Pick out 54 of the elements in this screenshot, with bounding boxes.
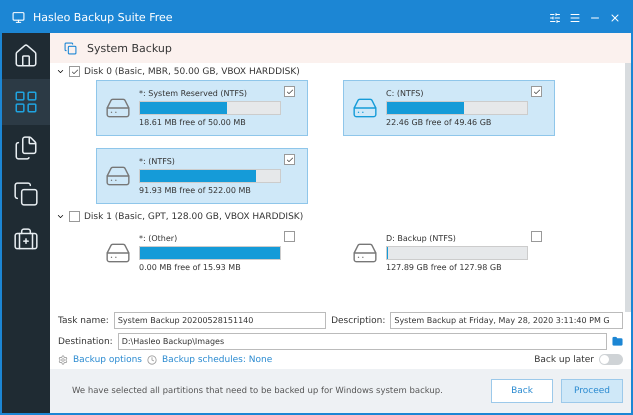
checkbox[interactable]: [531, 231, 542, 242]
checkbox[interactable]: [284, 86, 295, 97]
house-icon: [13, 43, 39, 69]
partition-card[interactable]: C: (NTFS) 22.46 GB free of 49.46 GB: [343, 80, 555, 136]
check-icon: [532, 88, 540, 96]
partition-name: *: (NTFS): [139, 157, 175, 166]
grid-icon: [13, 89, 39, 115]
check-icon: [70, 68, 78, 76]
partition-info: 127.89 GB free of 127.98 GB: [386, 263, 502, 272]
files-icon: [13, 135, 39, 161]
checkbox[interactable]: [284, 154, 295, 165]
disk-label: Disk 1 (Basic, GPT, 128.00 GB, VBOX HARDDISK): [84, 212, 304, 222]
field-label: Task name:: [58, 316, 109, 326]
toggle-switch[interactable]: [599, 354, 623, 365]
menu-icon[interactable]: [569, 12, 581, 24]
schedules-link[interactable]: Backup schedules: None: [162, 354, 272, 364]
back-button[interactable]: Back: [491, 379, 553, 403]
settings-icon: [58, 354, 68, 364]
expand-icon[interactable]: [56, 212, 65, 221]
app-logo-icon: [12, 11, 25, 24]
partition-card[interactable]: *: System Reserved (NTFS) 18.61 MB free of 50.00 MB: [96, 80, 308, 136]
field-label: Destination:: [58, 336, 113, 346]
task-name-field[interactable]: System Backup 20200528151140: [114, 312, 326, 329]
checkbox[interactable]: [69, 211, 80, 222]
checkbox[interactable]: [531, 86, 542, 97]
partition-card[interactable]: *: (NTFS) 91.93 MB free of 522.00 MB: [96, 148, 308, 204]
clock-icon: [147, 354, 157, 364]
status-message: We have selected all partitions that need to be backed up for Windows system backup.: [72, 386, 444, 396]
field-label: Description:: [331, 316, 386, 326]
folder-icon[interactable]: [612, 336, 623, 347]
partition-name: D: Backup (NTFS): [386, 234, 456, 243]
partition-name: *: (Other): [139, 234, 178, 243]
partition-info: 91.93 MB free of 522.00 MB: [139, 186, 251, 195]
partition-info: 22.46 GB free of 49.46 GB: [386, 118, 492, 127]
description-field[interactable]: System Backup at Friday, May 28, 2020 3:11:40 PM G: [390, 312, 623, 329]
partition-info: 18.61 MB free of 50.00 MB: [139, 118, 246, 127]
partition-card[interactable]: D: Backup (NTFS) 127.89 GB free of 127.98 GB: [343, 225, 555, 281]
copy-icon: [13, 181, 39, 207]
close-icon[interactable]: [609, 12, 621, 24]
check-icon: [286, 88, 294, 96]
checkbox[interactable]: [284, 231, 295, 242]
expand-icon[interactable]: [56, 67, 65, 76]
page-title: System Backup: [87, 42, 172, 54]
check-icon: [286, 156, 294, 164]
backup-options-link[interactable]: Backup options: [73, 354, 142, 364]
partition-name: C: (NTFS): [386, 89, 424, 98]
destination-field[interactable]: D:\Hasleo Backup\Images: [118, 333, 607, 350]
checkbox[interactable]: [69, 66, 80, 77]
disk-label: Disk 0 (Basic, MBR, 50.00 GB, VBOX HARDDISK): [84, 66, 300, 76]
partition-name: *: System Reserved (NTFS): [139, 89, 248, 98]
window-title: Hasleo Backup Suite Free: [33, 11, 174, 24]
partition-info: 0.00 MB free of 15.93 MB: [139, 263, 241, 272]
partition-card[interactable]: *: (Other) 0.00 MB free of 15.93 MB: [96, 225, 308, 281]
toggle-label: Back up later: [534, 354, 594, 364]
